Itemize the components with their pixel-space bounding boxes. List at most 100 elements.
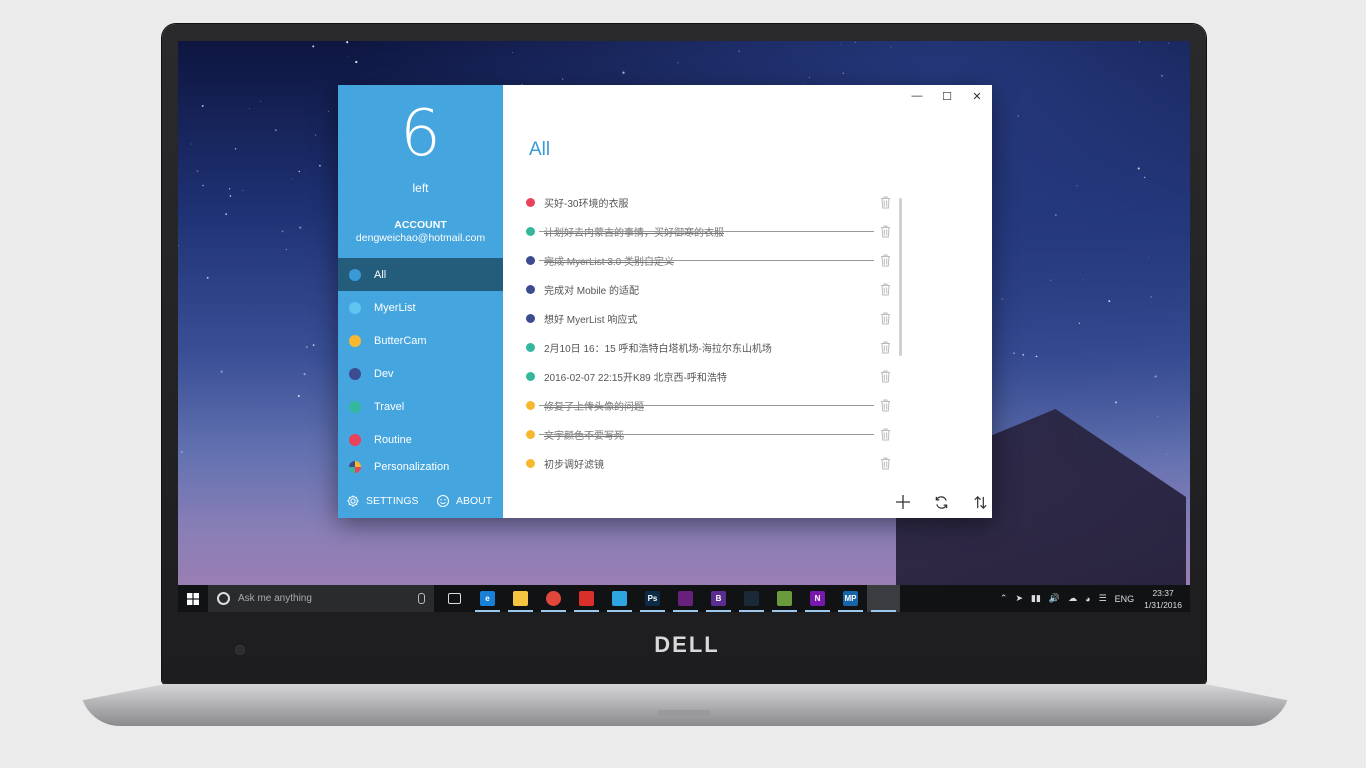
strikethrough-line bbox=[539, 434, 874, 435]
send-icon[interactable]: ➤ bbox=[1015, 593, 1023, 604]
taskbar-app-mp[interactable]: MP bbox=[834, 585, 867, 612]
task-view-icon bbox=[448, 593, 461, 604]
todo-list: 买好-30环境的衣服计划好去内蒙古的事情，买好御寒的衣服 完成 MyerList … bbox=[523, 188, 898, 478]
star bbox=[291, 178, 293, 180]
trash-icon[interactable] bbox=[880, 457, 891, 470]
cortana-search-box[interactable]: Ask me anything bbox=[208, 585, 434, 612]
sidebar-item-travel[interactable]: Travel bbox=[338, 390, 503, 423]
star bbox=[1150, 296, 1152, 298]
taskbar-app-visual-studio[interactable] bbox=[669, 585, 702, 612]
maximize-button[interactable]: ☐ bbox=[932, 85, 962, 107]
smiley-icon bbox=[436, 494, 450, 508]
window-controls: — ☐ ✕ bbox=[902, 85, 992, 107]
taskbar-app-onenote[interactable]: N bbox=[801, 585, 834, 612]
taskbar-app-chrome[interactable] bbox=[537, 585, 570, 612]
star bbox=[201, 104, 204, 107]
taskbar-app-edge[interactable]: e bbox=[471, 585, 504, 612]
sidebar-item-buttercam[interactable]: ButterCam bbox=[338, 324, 503, 357]
action-center-icon[interactable]: ☰ bbox=[1099, 593, 1107, 604]
star bbox=[890, 46, 892, 48]
cortana-icon bbox=[217, 592, 230, 605]
star bbox=[1013, 352, 1015, 354]
trash-icon[interactable] bbox=[880, 254, 891, 267]
photoshop-icon: Ps bbox=[645, 591, 660, 606]
sidebar-item-label: All bbox=[374, 268, 387, 281]
clock[interactable]: 23:37 1/31/2016 bbox=[1144, 587, 1182, 611]
star bbox=[225, 213, 228, 216]
todo-text: 完成对 Mobile 的适配 bbox=[544, 286, 640, 297]
todo-item[interactable]: 买好-30环境的衣服 bbox=[523, 188, 898, 217]
trash-icon[interactable] bbox=[880, 341, 891, 354]
clock-time: 23:37 bbox=[1152, 587, 1174, 598]
sidebar-item-myerlist[interactable]: MyerList bbox=[338, 291, 503, 324]
taskbar-app-telegram[interactable] bbox=[603, 585, 636, 612]
todo-item[interactable]: 初步调好滤镜 bbox=[523, 449, 898, 478]
star bbox=[220, 370, 223, 373]
account-info[interactable]: ACCOUNT dengweichao@hotmail.com bbox=[338, 219, 503, 245]
about-button[interactable]: ABOUT bbox=[436, 490, 492, 512]
trash-icon[interactable] bbox=[880, 428, 891, 441]
star bbox=[202, 184, 204, 187]
star bbox=[196, 170, 199, 172]
battery-icon[interactable]: ▮▮ bbox=[1031, 593, 1041, 604]
star bbox=[355, 60, 358, 64]
sidebar-item-personalization[interactable]: Personalization bbox=[338, 456, 503, 478]
taskbar-app-task-view[interactable] bbox=[438, 585, 471, 612]
todo-item[interactable]: 文字颜色不要写死 bbox=[523, 420, 898, 449]
language-indicator[interactable]: ENG bbox=[1115, 594, 1135, 604]
todo-text: 想好 MyerList 响应式 bbox=[544, 315, 638, 326]
trash-icon[interactable] bbox=[880, 196, 891, 209]
star bbox=[242, 189, 244, 191]
start-button[interactable] bbox=[178, 585, 208, 612]
todo-item[interactable]: 修复了上传头像的问题 bbox=[523, 391, 898, 420]
category-color-dot bbox=[349, 301, 361, 314]
sort-button[interactable] bbox=[961, 491, 1000, 513]
account-email: dengweichao@hotmail.com bbox=[355, 232, 486, 244]
trash-icon[interactable] bbox=[880, 399, 891, 412]
settings-button[interactable]: SETTINGS bbox=[346, 490, 436, 512]
taskbar-app-netease-music[interactable] bbox=[570, 585, 603, 612]
todo-item[interactable]: 想好 MyerList 响应式 bbox=[523, 304, 898, 333]
strikethrough-line bbox=[539, 405, 874, 406]
star bbox=[1078, 322, 1081, 324]
sidebar-item-label: Personalization bbox=[374, 461, 450, 473]
list-scrollbar[interactable] bbox=[899, 198, 902, 356]
microphone-icon[interactable] bbox=[418, 593, 425, 604]
star bbox=[1166, 453, 1168, 455]
close-button[interactable]: ✕ bbox=[962, 85, 992, 107]
chevron-up-icon[interactable]: ⌃ bbox=[1000, 593, 1008, 604]
trash-icon[interactable] bbox=[880, 312, 891, 325]
desktop-screen: 6 left ACCOUNT dengweichao@hotmail.com A… bbox=[178, 41, 1190, 612]
taskbar-app-file-explorer[interactable] bbox=[504, 585, 537, 612]
todo-text: 买好-30环境的衣服 bbox=[544, 199, 629, 210]
todo-item[interactable]: 2月10日 16：15 呼和浩特白塔机场-海拉尔东山机场 bbox=[523, 333, 898, 362]
todo-item[interactable]: 完成 MyerList 3.0 类别自定义 bbox=[523, 246, 898, 275]
star bbox=[1138, 41, 1140, 43]
wifi-icon[interactable]: ◕ bbox=[1085, 594, 1090, 604]
todo-item[interactable]: 完成对 Mobile 的适配 bbox=[523, 275, 898, 304]
taskbar-app-android-studio[interactable] bbox=[768, 585, 801, 612]
sidebar-item-all[interactable]: All bbox=[338, 258, 503, 291]
myerlist-icon bbox=[876, 591, 891, 606]
cloud-icon[interactable]: ☁ bbox=[1068, 593, 1077, 604]
todo-item[interactable]: 计划好去内蒙古的事情，买好御寒的衣服 bbox=[523, 217, 898, 246]
category-color-dot bbox=[526, 372, 535, 381]
trash-icon[interactable] bbox=[880, 370, 891, 383]
volume-icon[interactable]: 🔊 bbox=[1049, 593, 1060, 604]
minimize-button[interactable]: — bbox=[902, 85, 932, 107]
sync-button[interactable] bbox=[922, 491, 961, 513]
category-color-dot bbox=[526, 285, 535, 294]
taskbar-app-photoshop[interactable]: Ps bbox=[636, 585, 669, 612]
sidebar-item-routine[interactable]: Routine bbox=[338, 423, 503, 456]
todo-item[interactable]: 2016-02-07 22:15开K89 北京西-呼和浩特 bbox=[523, 362, 898, 391]
add-button[interactable] bbox=[883, 491, 922, 513]
trash-icon[interactable] bbox=[880, 225, 891, 238]
star bbox=[303, 372, 306, 376]
webcam bbox=[236, 646, 244, 654]
taskbar-app-myerlist[interactable] bbox=[867, 585, 900, 612]
taskbar-app-blend[interactable]: B bbox=[702, 585, 735, 612]
trash-icon[interactable] bbox=[880, 283, 891, 296]
sidebar-item-dev[interactable]: Dev bbox=[338, 357, 503, 390]
star bbox=[297, 394, 300, 398]
taskbar-app-steam[interactable] bbox=[735, 585, 768, 612]
